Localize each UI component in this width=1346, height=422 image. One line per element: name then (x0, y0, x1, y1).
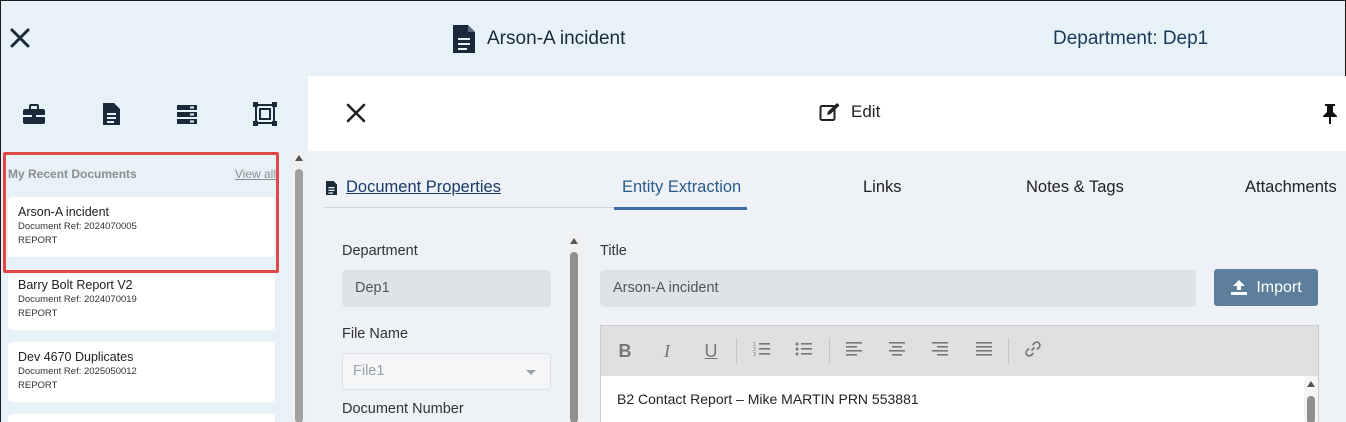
edit-button[interactable]: Edit (819, 102, 880, 122)
recent-document-name: Dev 4670 Duplicates (18, 350, 134, 364)
recent-documents-header: My Recent Documents View all (8, 167, 276, 183)
recent-document-type: REPORT (18, 380, 58, 391)
file-name-value: File1 (353, 363, 385, 379)
recent-document-name: Barry Bolt Report V2 (18, 278, 133, 292)
rich-text-editor[interactable]: B I U 123 B2 Contact Report – Mike MARTI… (600, 325, 1319, 422)
align-center-icon[interactable] (886, 340, 908, 362)
ordered-list-icon[interactable]: 123 (751, 340, 773, 362)
align-right-icon[interactable] (929, 340, 951, 362)
scroll-up-icon[interactable] (1307, 381, 1315, 387)
form-scrollbar[interactable] (567, 234, 581, 422)
tab-notes-tags[interactable]: Notes & Tags (1026, 178, 1124, 197)
recent-document-ref: Document Ref: 2024070005 (18, 221, 137, 232)
bullet-list-icon[interactable] (793, 340, 815, 362)
briefcase-icon[interactable] (21, 101, 47, 127)
justify-icon[interactable] (973, 340, 995, 362)
upload-icon (1231, 280, 1248, 295)
department-field-label: Department (342, 243, 418, 259)
document-icon (326, 180, 337, 195)
scrollbar-thumb[interactable] (295, 169, 303, 422)
link-icon[interactable] (1022, 340, 1044, 362)
frame-icon[interactable] (252, 101, 278, 127)
tab-attachments[interactable]: Attachments (1245, 178, 1337, 197)
department-field[interactable]: Dep1 (342, 270, 551, 307)
recent-documents-title: My Recent Documents (8, 167, 137, 181)
toolbar-divider (736, 338, 737, 364)
bold-icon[interactable]: B (614, 340, 636, 362)
scrollbar-thumb[interactable] (1307, 396, 1315, 422)
recent-document-card[interactable]: Barry Bolt Report V2 Document Ref: 20240… (8, 270, 275, 330)
editor-toolbar: B I U 123 (601, 326, 1318, 376)
recent-document-ref: Document Ref: 2025050012 (18, 366, 137, 377)
document-icon (453, 25, 475, 53)
scroll-up-icon[interactable] (295, 155, 303, 161)
toolbar-divider (1008, 338, 1009, 364)
document-panel: Document Properties Entity Extraction Li… (308, 151, 1346, 422)
list-icon[interactable] (174, 101, 200, 127)
recent-document-name: Arson-A incident (18, 205, 110, 219)
title-field[interactable]: Arson-A incident (600, 270, 1196, 307)
recent-document-type: REPORT (18, 308, 58, 319)
tab-links[interactable]: Links (863, 178, 902, 197)
editor-content[interactable]: B2 Contact Report – Mike MARTIN PRN 5538… (617, 391, 919, 407)
editor-scrollbar[interactable] (1304, 376, 1318, 422)
panel-header: Edit (308, 76, 1346, 151)
scroll-up-icon[interactable] (570, 238, 578, 244)
import-button[interactable]: Import (1214, 269, 1318, 306)
recent-documents-panel: My Recent Documents View all Arson-A inc… (1, 151, 291, 422)
toolbar-divider (829, 338, 830, 364)
document-header: Arson-A incident (451, 23, 625, 55)
edit-icon (819, 103, 840, 121)
file-name-select[interactable]: File1 (342, 353, 551, 390)
scrollbar-thumb[interactable] (570, 252, 578, 422)
chevron-down-icon (526, 370, 536, 375)
tab-entity-extraction[interactable]: Entity Extraction (622, 178, 741, 197)
pin-icon[interactable] (1321, 103, 1339, 125)
title-field-label: Title (600, 243, 627, 259)
department-label: Department: Dep1 (1053, 28, 1209, 49)
close-icon[interactable] (9, 27, 31, 49)
underline-icon[interactable]: U (700, 340, 722, 362)
document-title: Arson-A incident (487, 28, 626, 49)
italic-icon[interactable]: I (656, 340, 678, 362)
active-tab-indicator (614, 207, 747, 210)
recent-document-card[interactable] (8, 414, 275, 422)
sidebar: My Recent Documents View all Arson-A inc… (1, 76, 308, 422)
sidebar-scrollbar[interactable] (292, 151, 306, 422)
view-all-link[interactable]: View all (235, 167, 276, 181)
close-panel-icon[interactable] (345, 102, 367, 124)
top-bar: Arson-A incident Department: Dep1 (1, 1, 1345, 76)
recent-document-card[interactable]: Dev 4670 Duplicates Document Ref: 202505… (8, 342, 275, 402)
tab-document-properties[interactable]: Document Properties (325, 178, 501, 197)
document-number-field-label: Document Number (342, 401, 464, 417)
svg-text:3: 3 (753, 352, 756, 358)
recent-document-ref: Document Ref: 2024070019 (18, 294, 137, 305)
file-name-field-label: File Name (342, 326, 409, 342)
tab-bar: Document Properties Entity Extraction Li… (325, 151, 1346, 210)
recent-document-card[interactable]: Arson-A incident Document Ref: 202407000… (8, 197, 275, 257)
recent-document-type: REPORT (18, 235, 58, 246)
edit-label: Edit (851, 102, 881, 121)
document-icon[interactable] (98, 101, 124, 127)
import-label: Import (1256, 278, 1302, 296)
align-left-icon[interactable] (843, 340, 865, 362)
tab-document-properties-label: Document Properties (346, 178, 501, 196)
sidebar-toolbar (1, 76, 308, 151)
